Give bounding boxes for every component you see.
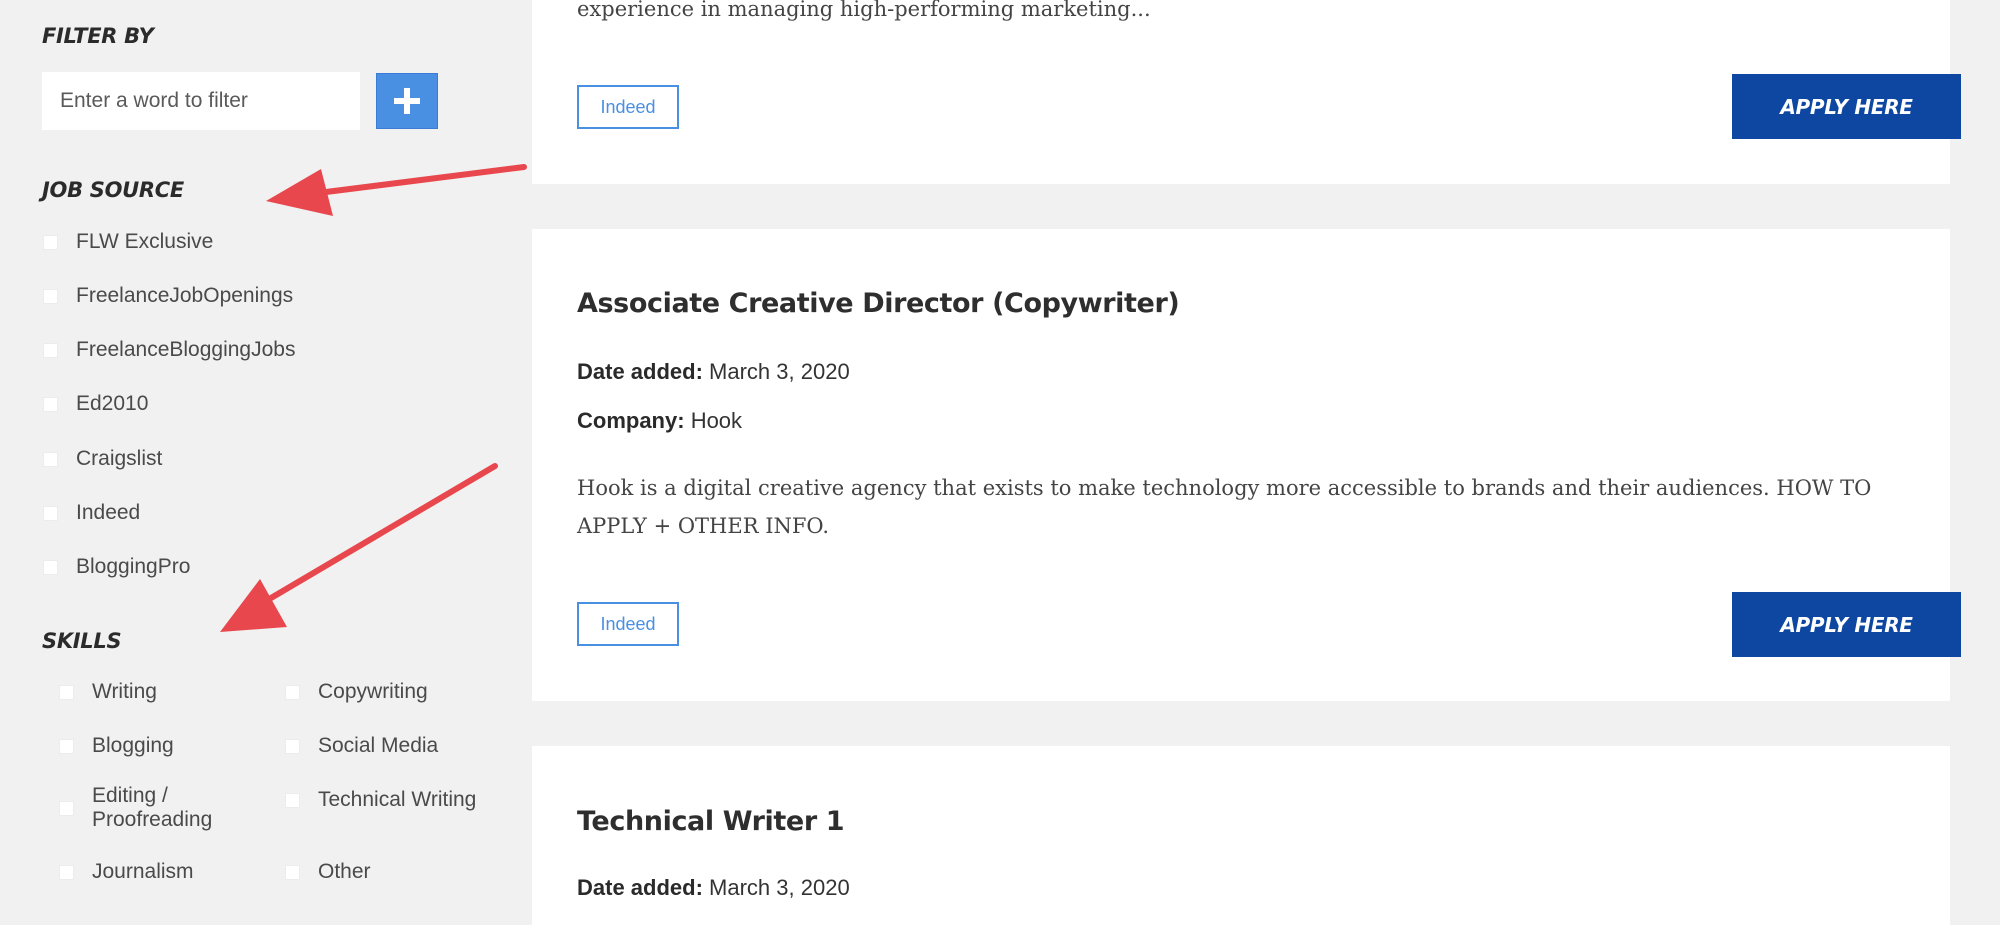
checkbox-label: Other: [318, 860, 371, 883]
checkbox[interactable]: [285, 792, 300, 808]
checkbox[interactable]: [285, 864, 300, 880]
source-tag[interactable]: Indeed: [577, 85, 679, 129]
checkbox-label: Editing / Proofreading: [92, 784, 213, 831]
checkbox-label: Writing: [92, 680, 157, 703]
source-tag[interactable]: Indeed: [577, 602, 679, 646]
checkbox[interactable]: [43, 342, 58, 358]
job-card: Associate Creative Director (Copywriter)…: [532, 229, 1961, 701]
skill-editing-proofreading[interactable]: Editing / Proofreading: [59, 784, 222, 832]
job-card: experience in managing high-performing m…: [532, 0, 1961, 184]
job-source-ed2010[interactable]: Ed2010: [43, 392, 148, 416]
job-title[interactable]: Technical Writer 1: [577, 806, 845, 837]
checkbox[interactable]: [59, 684, 74, 700]
skill-other[interactable]: Other: [285, 860, 371, 884]
date-added: Date added: March 3, 2020: [577, 875, 850, 901]
checkbox-label: FreelanceBloggingJobs: [76, 338, 296, 361]
job-source-flw-exclusive[interactable]: FLW Exclusive: [43, 230, 213, 254]
checkbox-label: Copywriting: [318, 680, 428, 703]
checkbox-label: Blogging: [92, 734, 174, 757]
job-source-heading: JOB SOURCE: [42, 178, 184, 202]
apply-here-button[interactable]: APPLY HERE: [1732, 592, 1961, 657]
checkbox[interactable]: [59, 864, 74, 880]
checkbox[interactable]: [43, 234, 58, 250]
skills-heading: SKILLS: [42, 629, 122, 653]
skill-journalism[interactable]: Journalism: [59, 860, 194, 884]
checkbox[interactable]: [43, 505, 58, 521]
skill-blogging[interactable]: Blogging: [59, 734, 174, 758]
date-label: Date added:: [577, 359, 703, 384]
checkbox-label: Indeed: [76, 501, 141, 524]
checkbox-label: Technical Writing: [318, 788, 477, 811]
checkbox[interactable]: [43, 396, 58, 412]
checkbox-label: Craigslist: [76, 447, 163, 470]
company: Company: Hook: [577, 408, 742, 434]
job-source-freelancebloggingjobs[interactable]: FreelanceBloggingJobs: [43, 338, 295, 362]
date-value: March 3, 2020: [709, 875, 850, 900]
job-description: Hook is a digital creative agency that e…: [577, 476, 1872, 538]
job-title[interactable]: Associate Creative Director (Copywriter): [577, 288, 1180, 319]
add-filter-button[interactable]: [376, 73, 438, 129]
date-added: Date added: March 3, 2020: [577, 359, 850, 385]
checkbox[interactable]: [285, 684, 300, 700]
annotation-arrow: [220, 463, 498, 632]
job-description: experience in managing high-performing m…: [577, 0, 1151, 21]
date-label: Date added:: [577, 875, 703, 900]
checkbox[interactable]: [43, 451, 58, 467]
checkbox-label: FLW Exclusive: [76, 230, 214, 253]
apply-here-button[interactable]: APPLY HERE: [1732, 74, 1961, 139]
job-card: Technical Writer 1 Date added: March 3, …: [532, 746, 1950, 925]
checkbox[interactable]: [59, 800, 74, 816]
checkbox-label: Journalism: [92, 860, 194, 883]
job-source-indeed[interactable]: Indeed: [43, 501, 140, 525]
checkbox-label: Social Media: [318, 734, 439, 757]
checkbox-label: Ed2010: [76, 392, 149, 415]
company-value: Hook: [690, 408, 743, 433]
skill-writing[interactable]: Writing: [59, 680, 157, 704]
job-source-bloggingpro[interactable]: BloggingPro: [43, 555, 190, 579]
job-source-craigslist[interactable]: Craigslist: [43, 447, 162, 471]
checkbox-label: BloggingPro: [76, 555, 191, 578]
annotation-arrow: [266, 164, 527, 216]
skill-social-media[interactable]: Social Media: [285, 734, 438, 758]
filter-input[interactable]: [42, 72, 360, 130]
date-value: March 3, 2020: [709, 359, 850, 384]
skill-technical-writing[interactable]: Technical Writing: [285, 788, 476, 812]
checkbox[interactable]: [285, 738, 300, 754]
job-source-freelancejobopenings[interactable]: FreelanceJobOpenings: [43, 284, 293, 308]
skill-copywriting[interactable]: Copywriting: [285, 680, 428, 704]
filter-by-heading: FILTER BY: [42, 24, 154, 48]
checkbox[interactable]: [43, 288, 58, 304]
filter-sidebar: FILTER BY JOB SOURCE FLW Exclusive Freel…: [0, 0, 530, 925]
checkbox[interactable]: [43, 559, 58, 575]
checkbox-label: FreelanceJobOpenings: [76, 284, 294, 307]
checkbox[interactable]: [59, 738, 74, 754]
company-label: Company:: [577, 408, 685, 433]
plus-icon: [394, 88, 420, 114]
